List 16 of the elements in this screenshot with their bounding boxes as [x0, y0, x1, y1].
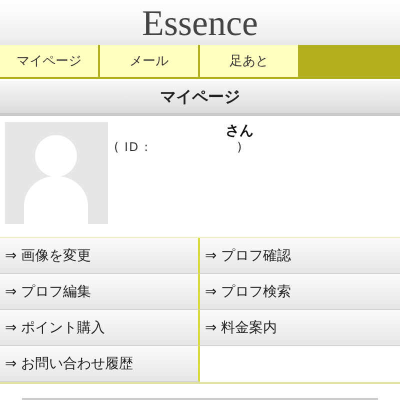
menu-link[interactable]: ⇒ プロフ検索	[200, 274, 400, 310]
nav-tab[interactable]: メール	[100, 45, 200, 77]
id-label: ( ID :	[114, 140, 150, 154]
user-name: さん	[226, 122, 254, 140]
nav-tab[interactable]: マイページ	[0, 45, 100, 77]
menu-link[interactable]: ⇒ 料金案内	[200, 310, 400, 346]
avatar-placeholder-icon	[5, 122, 108, 224]
menu-link[interactable]: ⇒ お問い合わせ履歴	[0, 346, 200, 382]
id-close: )	[237, 140, 243, 154]
page-title: マイページ	[160, 86, 240, 108]
logo: Essence	[142, 4, 258, 40]
menu-link[interactable]: ⇒ プロフ確認	[200, 238, 400, 274]
menu-link[interactable]: ⇒ ポイント購入	[0, 310, 200, 346]
menu-link[interactable]: ⇒ プロフ編集	[0, 274, 200, 310]
nav-tab[interactable]: 足あと	[200, 45, 300, 77]
menu-link[interactable]: ⇒ 画像を変更	[0, 238, 200, 274]
